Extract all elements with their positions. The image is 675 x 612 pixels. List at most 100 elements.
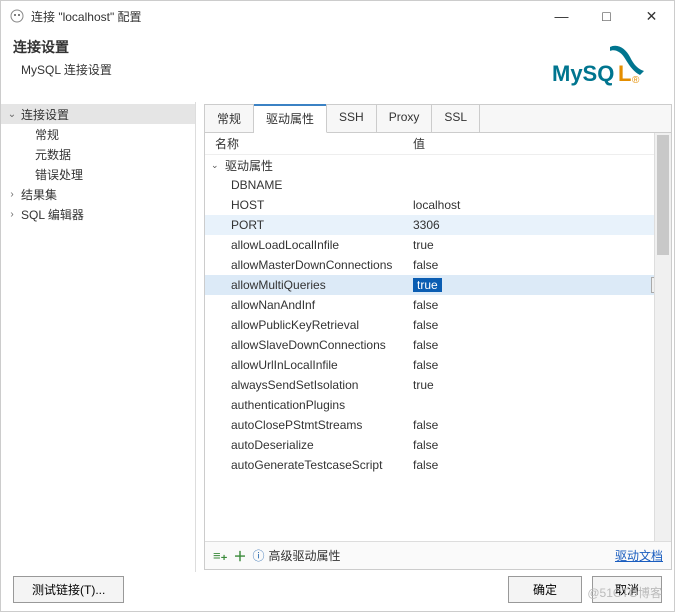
ok-button[interactable]: 确定 — [508, 576, 582, 603]
property-name: authenticationPlugins — [205, 398, 413, 412]
app-icon — [9, 8, 25, 24]
main: ⌄连接设置常规元数据错误处理›结果集›SQL 编辑器 常规驱动属性SSHProx… — [1, 102, 674, 572]
property-name: autoGenerateTestcaseScript — [205, 458, 413, 472]
sidebar-item[interactable]: 常规 — [1, 124, 195, 144]
tab[interactable]: SSL — [432, 105, 480, 132]
property-value[interactable]: false — [413, 298, 671, 312]
chevron-right-icon[interactable]: › — [5, 189, 19, 200]
sidebar: ⌄连接设置常规元数据错误处理›结果集›SQL 编辑器 — [1, 102, 196, 572]
sidebar-item-label: 元数据 — [33, 146, 71, 163]
property-name: allowNanAndInf — [205, 298, 413, 312]
header: 连接设置 MySQL 连接设置 MySQ L ® — [1, 31, 674, 102]
tab[interactable]: 驱动属性 — [254, 105, 327, 133]
property-row[interactable]: HOSTlocalhost — [205, 195, 671, 215]
window-title: 连接 "localhost" 配置 — [31, 8, 539, 25]
advanced-props-label: 高级驱动属性 — [268, 547, 340, 564]
tab[interactable]: Proxy — [377, 105, 433, 132]
property-name: allowMasterDownConnections — [205, 258, 413, 272]
property-name: autoClosePStmtStreams — [205, 418, 413, 432]
property-table: 名称 值 ⌄驱动属性DBNAMEHOSTlocalhostPORT3306all… — [205, 133, 671, 541]
footer: 测试链接(T)... 确定 取消 — [1, 576, 674, 603]
svg-text:L: L — [618, 61, 631, 86]
mysql-logo: MySQ L ® — [548, 37, 662, 92]
property-row[interactable]: allowLoadLocalInfiletrue — [205, 235, 671, 255]
property-value[interactable]: false — [413, 418, 671, 432]
sidebar-item-label: 结果集 — [19, 186, 57, 203]
property-name: PORT — [205, 218, 413, 232]
property-row[interactable]: autoDeserializefalse — [205, 435, 671, 455]
property-name: allowSlaveDownConnections — [205, 338, 413, 352]
sidebar-item-label: 常规 — [33, 126, 59, 143]
tab[interactable]: SSH — [327, 105, 377, 132]
property-row[interactable]: allowMasterDownConnectionsfalse — [205, 255, 671, 275]
property-row[interactable]: autoGenerateTestcaseScriptfalse — [205, 455, 671, 475]
sidebar-item-label: 连接设置 — [19, 106, 69, 123]
chevron-down-icon[interactable]: ⌄ — [211, 160, 225, 171]
property-value[interactable]: false — [413, 318, 671, 332]
property-value[interactable]: false — [413, 458, 671, 472]
property-row[interactable]: allowNanAndInffalse — [205, 295, 671, 315]
header-name[interactable]: 名称 — [205, 135, 413, 152]
titlebar: 连接 "localhost" 配置 — □ ✕ — [1, 1, 674, 31]
property-name: allowMultiQueries — [205, 278, 413, 292]
sidebar-item[interactable]: 错误处理 — [1, 164, 195, 184]
property-row[interactable]: DBNAME — [205, 175, 671, 195]
add-icon[interactable]: ＋ — [233, 546, 246, 565]
sidebar-item[interactable]: 元数据 — [1, 144, 195, 164]
property-row[interactable]: authenticationPlugins — [205, 395, 671, 415]
header-value[interactable]: 值 — [413, 135, 671, 152]
property-row[interactable]: allowPublicKeyRetrievalfalse — [205, 315, 671, 335]
page-subtitle: MySQL 连接设置 — [13, 61, 548, 78]
property-value[interactable]: false — [413, 438, 671, 452]
sidebar-item-label: SQL 编辑器 — [19, 206, 84, 223]
watermark: @51CTO博客 — [587, 584, 662, 601]
svg-text:®: ® — [632, 75, 640, 86]
sidebar-item[interactable]: ›结果集 — [1, 184, 195, 204]
property-value[interactable]: false — [413, 258, 671, 272]
property-row[interactable]: PORT3306 — [205, 215, 671, 235]
page-title: 连接设置 — [13, 37, 548, 57]
tabs: 常规驱动属性SSHProxySSL — [205, 105, 671, 133]
vertical-scrollbar[interactable] — [654, 133, 671, 541]
maximize-button[interactable]: □ — [584, 1, 629, 31]
info-icon: ⓘ — [252, 547, 264, 564]
property-value[interactable]: false — [413, 338, 671, 352]
chevron-right-icon[interactable]: › — [5, 209, 19, 220]
property-row[interactable]: allowUrlInLocalInfilefalse — [205, 355, 671, 375]
property-name: HOST — [205, 198, 413, 212]
test-connection-button[interactable]: 测试链接(T)... — [13, 576, 124, 603]
sidebar-item[interactable]: ⌄连接设置 — [1, 104, 195, 124]
property-row[interactable]: allowMultiQueriestrue⌄ — [205, 275, 671, 295]
property-group[interactable]: ⌄驱动属性 — [205, 155, 671, 175]
scroll-thumb[interactable] — [657, 135, 669, 255]
property-value[interactable]: 3306 — [413, 218, 671, 232]
minimize-button[interactable]: — — [539, 1, 584, 31]
close-button[interactable]: ✕ — [629, 1, 674, 31]
sidebar-item-label: 错误处理 — [33, 166, 83, 183]
property-value[interactable]: true — [413, 238, 671, 252]
svg-text:MySQ: MySQ — [552, 61, 614, 86]
chevron-down-icon[interactable]: ⌄ — [5, 109, 19, 120]
property-value[interactable]: localhost — [413, 198, 671, 212]
bottom-bar: ≡₊ ＋ ⓘ 高级驱动属性 驱动文档 — [205, 541, 671, 569]
property-value[interactable]: false — [413, 358, 671, 372]
tab[interactable]: 常规 — [205, 105, 254, 132]
content-panel: 常规驱动属性SSHProxySSL 名称 值 ⌄驱动属性DBNAMEHOSTlo… — [204, 104, 672, 570]
property-name: alwaysSendSetIsolation — [205, 378, 413, 392]
group-label: 驱动属性 — [225, 157, 273, 174]
sidebar-item[interactable]: ›SQL 编辑器 — [1, 204, 195, 224]
property-value[interactable]: true — [413, 378, 671, 392]
property-name: DBNAME — [205, 178, 413, 192]
property-name: allowPublicKeyRetrieval — [205, 318, 413, 332]
property-name: autoDeserialize — [205, 438, 413, 452]
property-row[interactable]: alwaysSendSetIsolationtrue — [205, 375, 671, 395]
property-row[interactable]: allowSlaveDownConnectionsfalse — [205, 335, 671, 355]
property-header: 名称 值 — [205, 133, 671, 155]
add-list-icon[interactable]: ≡₊ — [213, 548, 227, 564]
driver-docs-link[interactable]: 驱动文档 — [615, 547, 663, 564]
property-value[interactable]: true — [413, 278, 671, 292]
property-row[interactable]: autoClosePStmtStreamsfalse — [205, 415, 671, 435]
property-name: allowUrlInLocalInfile — [205, 358, 413, 372]
property-name: allowLoadLocalInfile — [205, 238, 413, 252]
property-rows: ⌄驱动属性DBNAMEHOSTlocalhostPORT3306allowLoa… — [205, 155, 671, 515]
